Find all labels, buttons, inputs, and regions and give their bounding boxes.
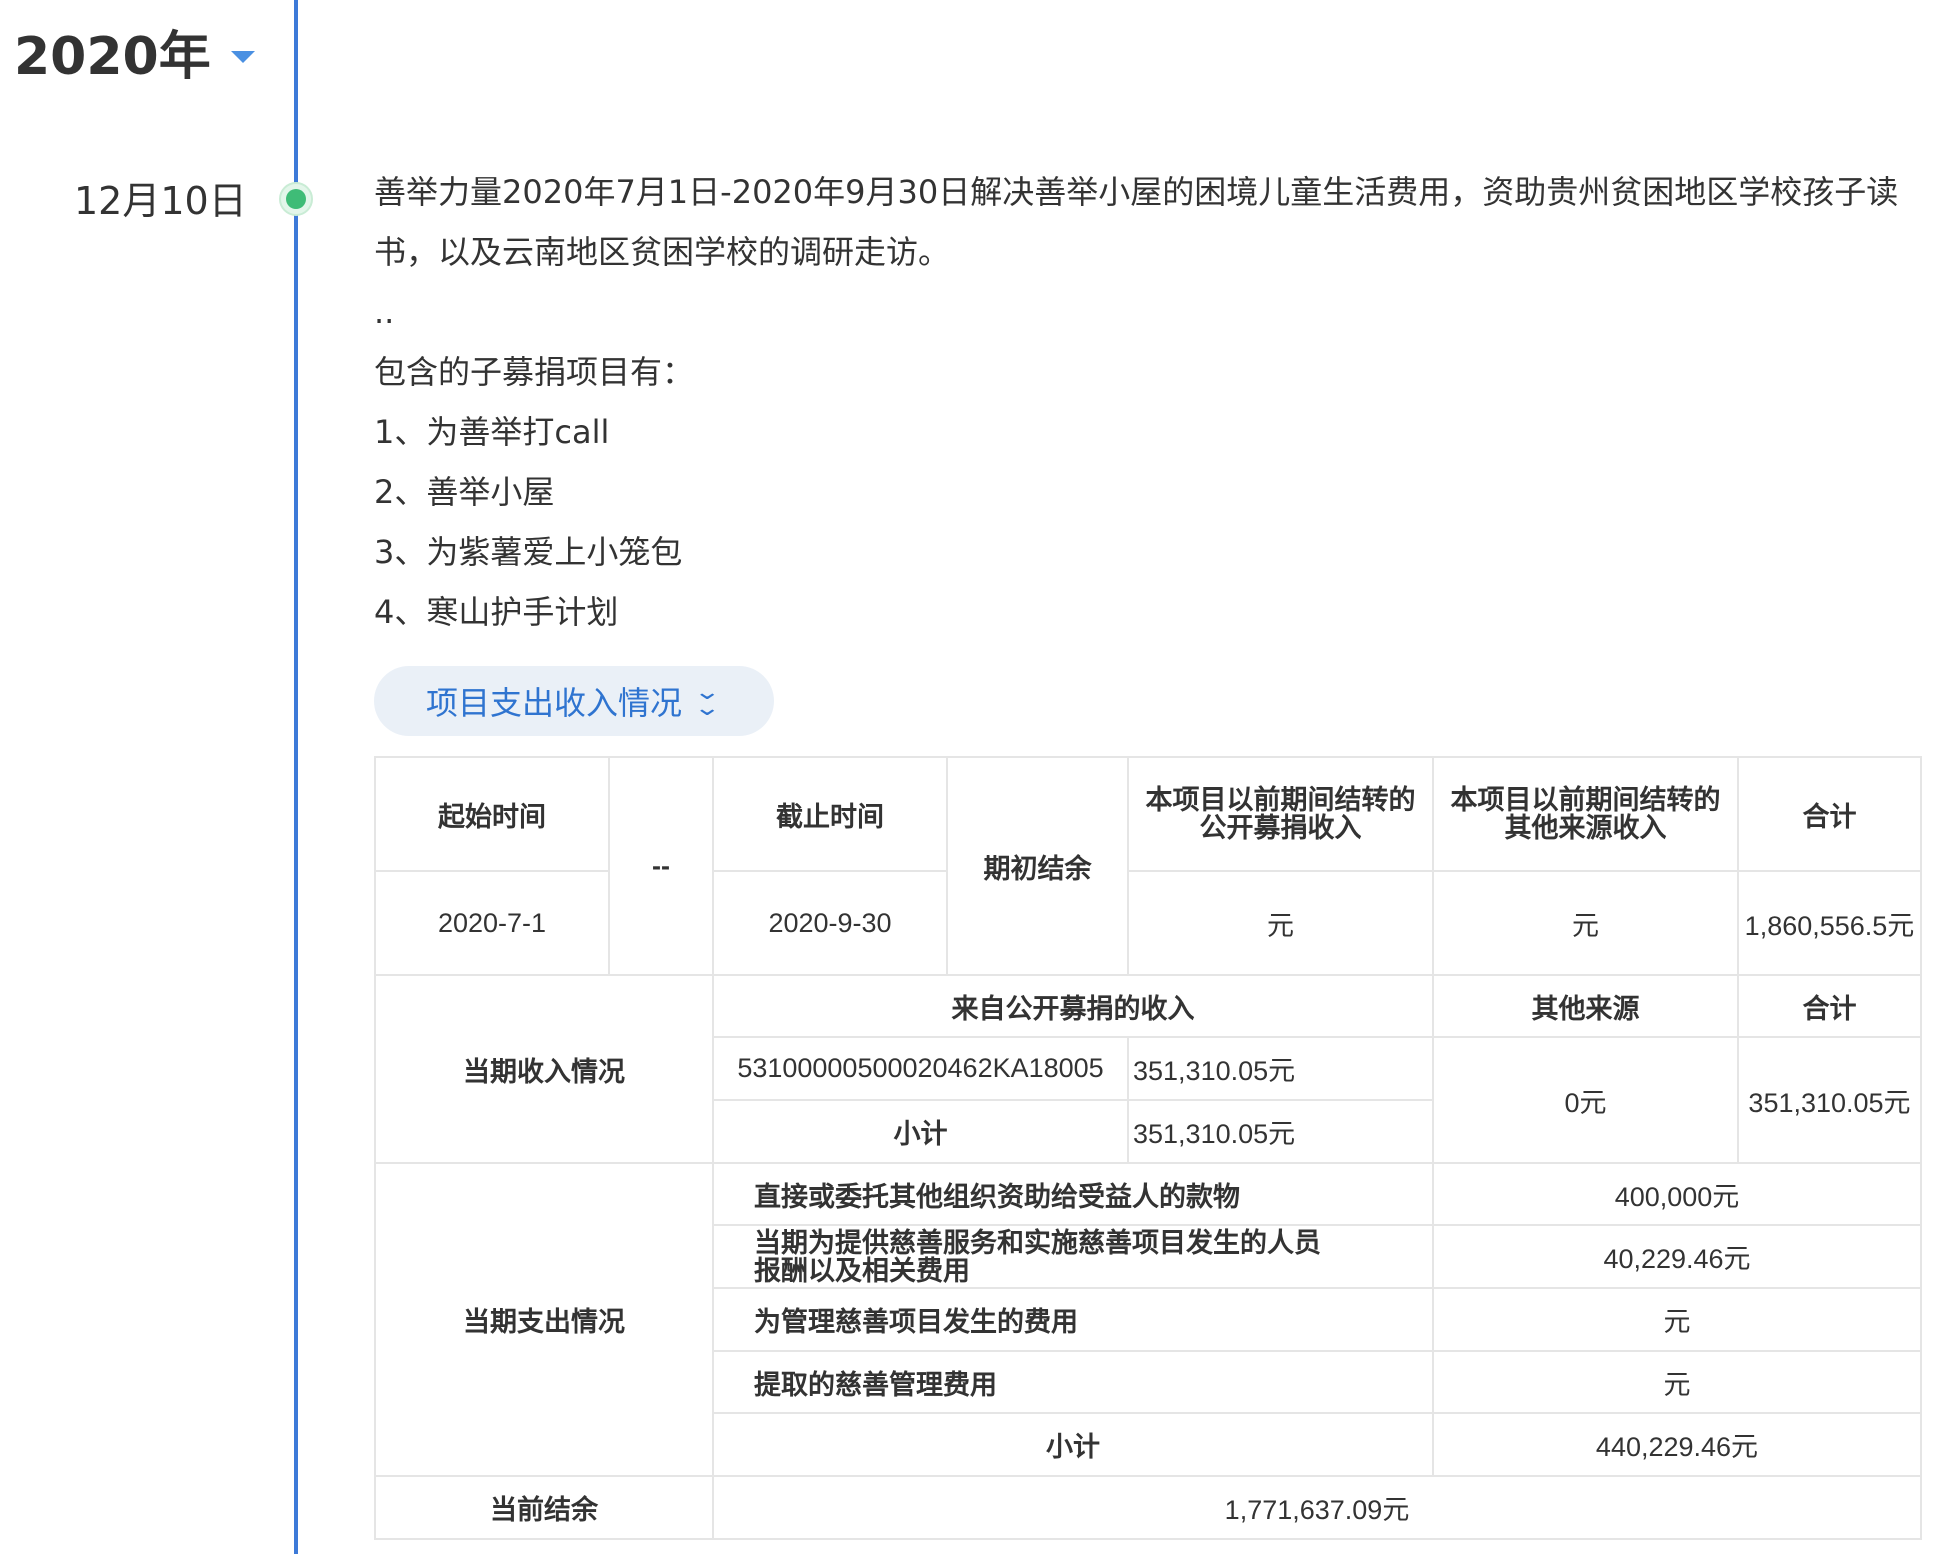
entry-line: 善举力量2020年7月1日-2020年9月30日解决善举小屋的困境儿童生活费用，… [374, 173, 1899, 211]
expense-row-label: 为管理慈善项目发生的费用 [712, 1287, 1434, 1352]
entry-date: 12月10日 [74, 179, 247, 223]
finance-toggle-label[interactable]: 项目支出收入情况 [426, 678, 682, 724]
header-prev-other-line: 本项目以前期间结转的 [1450, 785, 1721, 815]
income-record-amount: 351,310.05元 [1127, 1036, 1434, 1101]
income-label: 当期收入情况 [374, 974, 714, 1164]
expense-row-label: 提取的慈善管理费用 [712, 1350, 1434, 1414]
expense-row-label: 当期为提供慈善服务和实施慈善项目发生的人员 报酬以及相关费用 [712, 1224, 1434, 1289]
expense-row-value: 元 [1432, 1287, 1922, 1352]
income-total-amount: 351,310.05元 [1737, 1036, 1922, 1164]
income-other-amount: 0元 [1432, 1036, 1739, 1164]
year-label[interactable]: 2020年 [14, 14, 211, 89]
income-other-header: 其他来源 [1432, 974, 1739, 1038]
expense-subtotal-label: 小计 [712, 1412, 1434, 1477]
expense-row-value: 400,000元 [1432, 1162, 1922, 1226]
subproject-item: 4、寒山护手计划 [374, 593, 619, 631]
header-start-time: 起始时间 [374, 756, 610, 872]
expense-row-value: 40,229.46元 [1432, 1224, 1922, 1289]
expense-label: 当期支出情况 [374, 1162, 714, 1477]
expense-row-label: 直接或委托其他组织资助给受益人的款物 [712, 1162, 1434, 1226]
income-total-header: 合计 [1737, 974, 1922, 1038]
prev-public-amount: 元 [1127, 870, 1434, 976]
income-record-id: 53100000500020462KA18005 [712, 1036, 1129, 1101]
year-selector[interactable]: 2020年 [14, 14, 255, 89]
income-public-header: 来自公开募捐的收入 [712, 974, 1434, 1038]
header-prev-public-line: 公开募捐收入 [1199, 813, 1362, 843]
expense-row-label-line: 报酬以及相关费用 [754, 1255, 970, 1286]
subproject-item: 1、为善举打call [374, 413, 610, 451]
income-subtotal-label: 小计 [712, 1099, 1129, 1164]
timeline-dot-icon [279, 182, 313, 216]
finance-table: 起始时间 -- 截止时间 期初结余 本项目以前期间结转的 公开募捐收入 本项目以… [374, 756, 1922, 1540]
header-end-time: 截止时间 [712, 756, 948, 872]
header-prev-other-line: 其他来源收入 [1504, 813, 1667, 843]
period-total: 1,860,556.5元 [1737, 870, 1922, 976]
caret-down-icon[interactable] [230, 50, 255, 63]
header-dash: -- [608, 756, 714, 976]
header-prev-other: 本项目以前期间结转的 其他来源收入 [1432, 756, 1739, 872]
period-end: 2020-9-30 [712, 870, 948, 976]
timeline-line [294, 0, 298, 1554]
finance-toggle-button[interactable]: 项目支出收入情况 ⌄ ⌄ [374, 666, 774, 736]
income-subtotal-amount: 351,310.05元 [1127, 1099, 1434, 1164]
double-chevron-down-icon[interactable]: ⌄ ⌄ [693, 682, 721, 720]
subproject-item: 3、为紫薯爱上小笼包 [374, 533, 683, 571]
balance-value: 1,771,637.09元 [712, 1475, 1922, 1540]
entry-description: 善举力量2020年7月1日-2020年9月30日解决善举小屋的困境儿童生活费用，… [374, 162, 1904, 642]
balance-label: 当前结余 [374, 1475, 714, 1540]
entry-line: 包含的子募捐项目有： [374, 353, 695, 391]
prev-other-amount: 元 [1432, 870, 1739, 976]
entry-line: .. [374, 293, 395, 331]
header-prev-public-line: 本项目以前期间结转的 [1145, 785, 1416, 815]
expense-row-value: 元 [1432, 1350, 1922, 1414]
expense-row-label-line: 当期为提供慈善服务和实施慈善项目发生的人员 [754, 1227, 1321, 1258]
header-prev-public: 本项目以前期间结转的 公开募捐收入 [1127, 756, 1434, 872]
header-total: 合计 [1737, 756, 1922, 872]
header-opening-balance: 期初结余 [946, 756, 1129, 976]
subproject-item: 2、善举小屋 [374, 473, 555, 511]
entry-line: 书，以及云南地区贫困学校的调研走访。 [374, 233, 951, 271]
expense-subtotal-value: 440,229.46元 [1432, 1412, 1922, 1477]
period-start: 2020-7-1 [374, 870, 610, 976]
